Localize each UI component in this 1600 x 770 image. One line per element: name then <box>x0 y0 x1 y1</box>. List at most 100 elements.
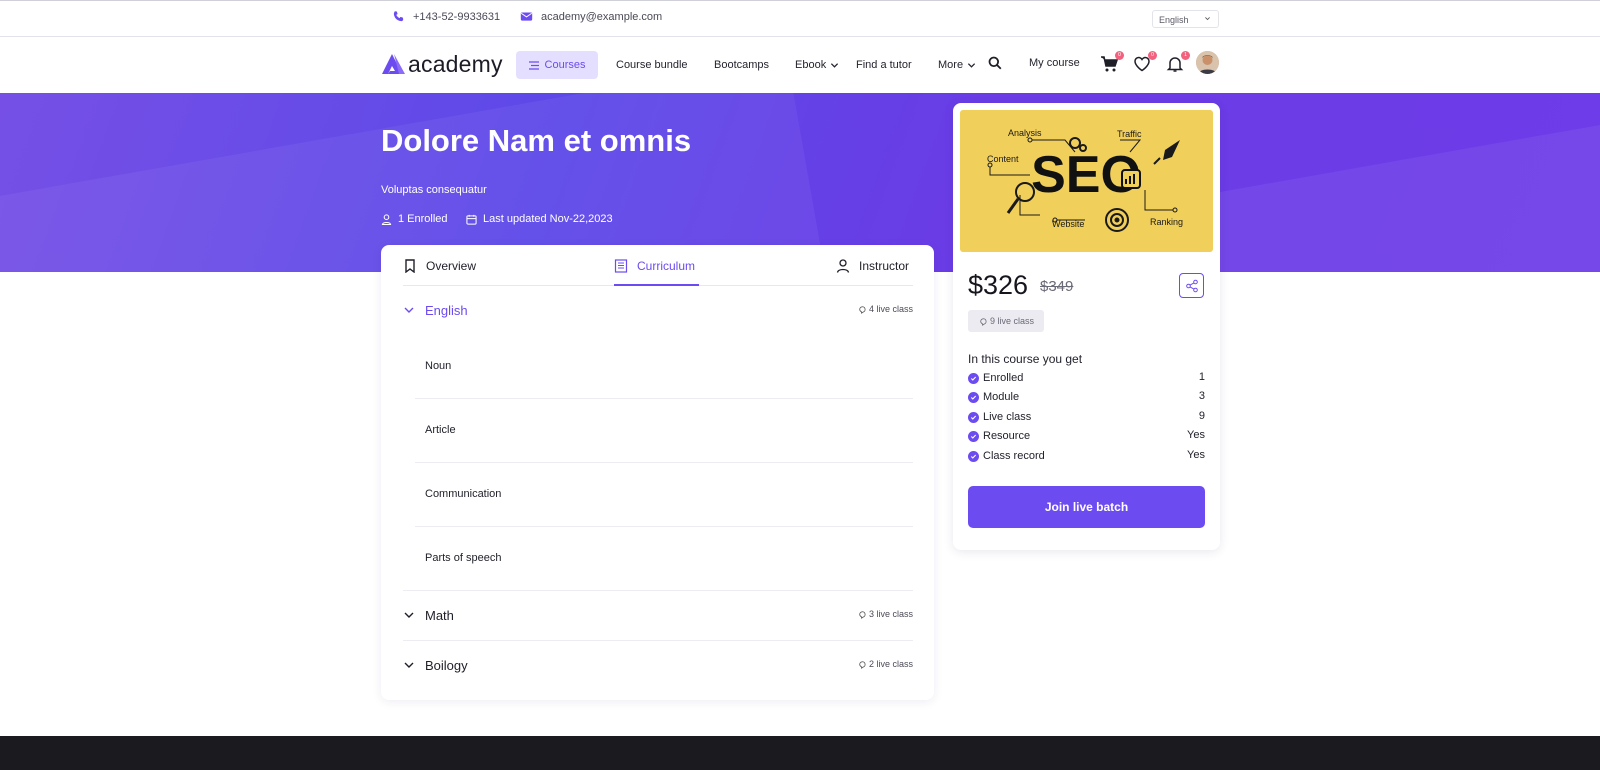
section-boilogy[interactable]: Boilogy 2 live class <box>403 654 913 676</box>
active-tab-indicator <box>614 284 699 286</box>
nav-bootcamps[interactable]: Bootcamps <box>714 59 769 71</box>
enrolled-text: 1 Enrolled <box>398 213 448 225</box>
lesson-item[interactable]: Communication <box>425 488 913 500</box>
nav-course-bundle[interactable]: Course bundle <box>616 59 688 71</box>
updated-text: Last updated Nov-22,2023 <box>483 213 613 225</box>
tab-curriculum-label: Curriculum <box>637 259 696 273</box>
notification-button[interactable]: 1 <box>1166 51 1190 73</box>
check-circle-icon <box>968 372 979 384</box>
course-content-card: Overview Curriculum Instructor English 4… <box>381 245 934 700</box>
section-title: Boilogy <box>425 657 468 673</box>
chevron-down-icon <box>404 307 414 313</box>
lesson-item[interactable]: Noun <box>425 360 913 372</box>
live-count-text: 2 live class <box>868 659 913 669</box>
calendar-icon <box>466 214 477 225</box>
wishlist-count-badge: 0 <box>1148 51 1157 60</box>
feature-value: 9 <box>1198 410 1205 422</box>
current-price: $326 <box>968 270 1029 300</box>
chevron-down-icon <box>1205 17 1210 21</box>
feature-label: Class record <box>983 450 1045 462</box>
main-nav: academy Courses Course bundle Bootcamps … <box>0 37 1600 93</box>
language-value: English <box>1159 15 1189 25</box>
updated-meta: Last updated Nov-22,2023 <box>466 213 613 225</box>
check-circle-icon <box>968 411 979 423</box>
nav-ebook-label: Ebook <box>795 59 827 71</box>
tab-instructor[interactable]: Instructor <box>836 259 909 273</box>
section-math[interactable]: Math 3 live class <box>403 604 913 626</box>
notification-count-badge: 1 <box>1181 51 1190 60</box>
phone-icon <box>393 11 404 22</box>
live-count-text: 4 live class <box>868 304 913 314</box>
live-count: 4 live class <box>857 304 913 314</box>
user-icon <box>381 213 392 225</box>
menu-lines-icon <box>528 60 539 70</box>
share-button[interactable] <box>1179 273 1204 298</box>
live-class-icon <box>859 305 866 314</box>
section-title: Math <box>425 607 454 623</box>
language-select[interactable]: English <box>1152 10 1219 28</box>
mail-icon <box>520 12 533 21</box>
cart-button[interactable]: 0 <box>1100 51 1124 73</box>
top-bar: +143-52-9933631 academy@example.com Engl… <box>0 0 1600 37</box>
live-count: 3 live class <box>857 609 913 619</box>
tab-overview[interactable]: Overview <box>403 259 476 273</box>
my-course-link[interactable]: My course <box>1029 57 1080 69</box>
feature-row: Live class 9 <box>968 409 1205 425</box>
live-class-icon <box>859 610 866 619</box>
list-document-icon <box>614 259 628 273</box>
feature-value: 1 <box>1198 371 1205 383</box>
tab-curriculum[interactable]: Curriculum <box>614 259 695 273</box>
chevron-down-icon <box>967 62 976 68</box>
academy-logo[interactable]: academy <box>381 51 503 78</box>
feature-label: Live class <box>983 411 1032 423</box>
user-avatar[interactable] <box>1196 51 1219 74</box>
tab-instructor-label: Instructor <box>859 259 910 273</box>
logo-icon <box>382 54 405 74</box>
nav-ebook[interactable]: Ebook <box>795 59 839 71</box>
feature-value: 3 <box>1198 390 1205 402</box>
lesson-item[interactable]: Article <box>425 424 913 436</box>
feature-row: Class record Yes <box>968 448 1205 464</box>
check-circle-icon <box>968 450 979 462</box>
wishlist-button[interactable]: 0 <box>1133 51 1157 73</box>
live-count: 2 live class <box>857 659 913 669</box>
live-count-text: 3 live class <box>868 609 913 619</box>
nav-more[interactable]: More <box>938 59 976 71</box>
check-circle-icon <box>968 391 979 403</box>
purchase-card: SEO Analysis Traffic Content Website Ran… <box>953 103 1220 550</box>
lesson-item[interactable]: Parts of speech <box>425 552 913 564</box>
check-circle-icon <box>968 430 979 442</box>
logo-text: academy <box>408 51 503 77</box>
phone-contact[interactable]: +143-52-9933631 <box>392 10 500 23</box>
feature-label: Module <box>983 391 1020 403</box>
nav-more-label: More <box>938 59 964 71</box>
feature-label: Enrolled <box>983 372 1024 384</box>
join-live-batch-button[interactable]: Join live batch <box>968 486 1205 528</box>
email-contact[interactable]: academy@example.com <box>520 10 662 23</box>
phone-number: +143-52-9933631 <box>413 10 501 23</box>
nav-find-tutor[interactable]: Find a tutor <box>856 59 912 71</box>
original-price: $349 <box>1040 278 1074 295</box>
share-icon <box>1185 279 1198 292</box>
thumbnail-label-traffic: Traffic <box>1117 129 1142 139</box>
enrolled-meta: 1 Enrolled <box>381 213 448 225</box>
tab-overview-label: Overview <box>426 259 477 273</box>
user-icon <box>836 259 850 273</box>
courses-label: Courses <box>544 59 586 71</box>
feature-label: Resource <box>983 430 1031 442</box>
section-english[interactable]: English 4 live class <box>403 299 913 321</box>
chevron-down-icon <box>404 612 414 618</box>
includes-heading: In this course you get <box>968 352 1083 366</box>
feature-row: Resource Yes <box>968 428 1205 444</box>
section-title: English <box>425 302 468 318</box>
feature-value: Yes <box>1187 449 1205 461</box>
bookmark-icon <box>405 259 415 273</box>
search-icon[interactable] <box>988 56 1002 70</box>
courses-menu-button[interactable]: Courses <box>516 51 598 79</box>
thumbnail-label-website: Website <box>1052 219 1084 229</box>
lesson-divider <box>415 398 913 399</box>
live-pill-text: 9 live class <box>989 316 1034 326</box>
live-class-icon <box>859 660 866 669</box>
thumbnail-label-content: Content <box>987 154 1019 164</box>
thumbnail-label-analysis: Analysis <box>1008 128 1042 138</box>
